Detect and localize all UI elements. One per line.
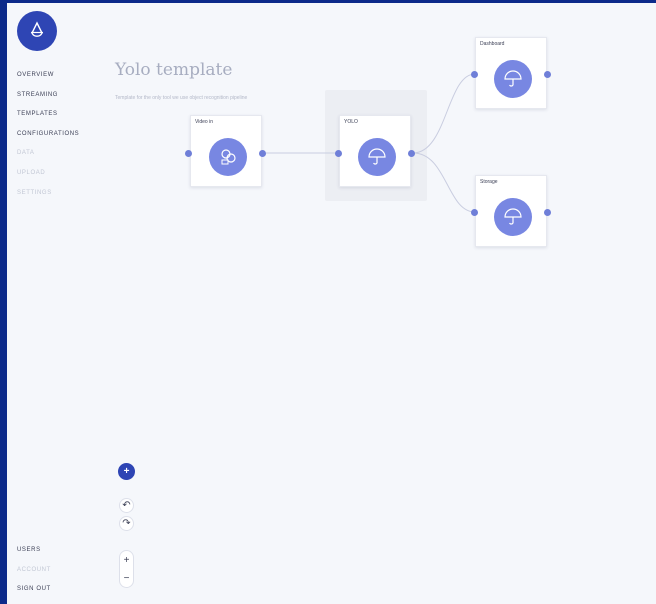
node-icon-circle — [494, 60, 532, 98]
node-video-in-input-port[interactable] — [185, 150, 192, 157]
node-storage[interactable]: Storage — [475, 175, 547, 247]
node-label: Storage — [480, 179, 498, 185]
umbrella-icon — [368, 148, 386, 165]
node-storage-output-port[interactable] — [544, 209, 551, 216]
node-yolo-input-port[interactable] — [335, 150, 342, 157]
node-icon-circle — [494, 198, 532, 236]
redo-button[interactable]: ↷ — [119, 516, 134, 531]
node-storage-input-port[interactable] — [471, 209, 478, 216]
zoom-controls: + − — [119, 550, 134, 588]
node-dashboard-output-port[interactable] — [544, 71, 551, 78]
graph-edges — [266, 73, 476, 213]
edge-yolo-to-storage — [412, 152, 476, 213]
undo-button[interactable]: ↶ — [119, 498, 134, 513]
umbrella-icon — [504, 70, 522, 87]
node-label: YOLO — [344, 119, 358, 125]
node-label: Video in — [195, 119, 213, 125]
node-video-in[interactable]: Video in — [190, 115, 262, 187]
node-icon-circle — [209, 138, 247, 176]
zoom-out-button[interactable]: − — [120, 571, 133, 586]
app-frame: OVERVIEW STREAMING TEMPLATES CONFIGURATI… — [7, 3, 656, 604]
umbrella-icon — [504, 208, 522, 225]
node-dashboard[interactable]: Dashboard — [475, 37, 547, 109]
edge-yolo-to-dashboard — [412, 73, 476, 154]
zoom-in-button[interactable]: + — [120, 553, 133, 568]
node-icon-circle — [358, 138, 396, 176]
camera-icon — [221, 149, 236, 165]
node-dashboard-input-port[interactable] — [471, 71, 478, 78]
node-yolo-output-port[interactable] — [408, 150, 415, 157]
node-yolo[interactable]: YOLO — [339, 115, 411, 187]
add-node-button[interactable]: + — [118, 463, 135, 480]
node-label: Dashboard — [480, 41, 505, 47]
node-video-in-output-port[interactable] — [259, 150, 266, 157]
